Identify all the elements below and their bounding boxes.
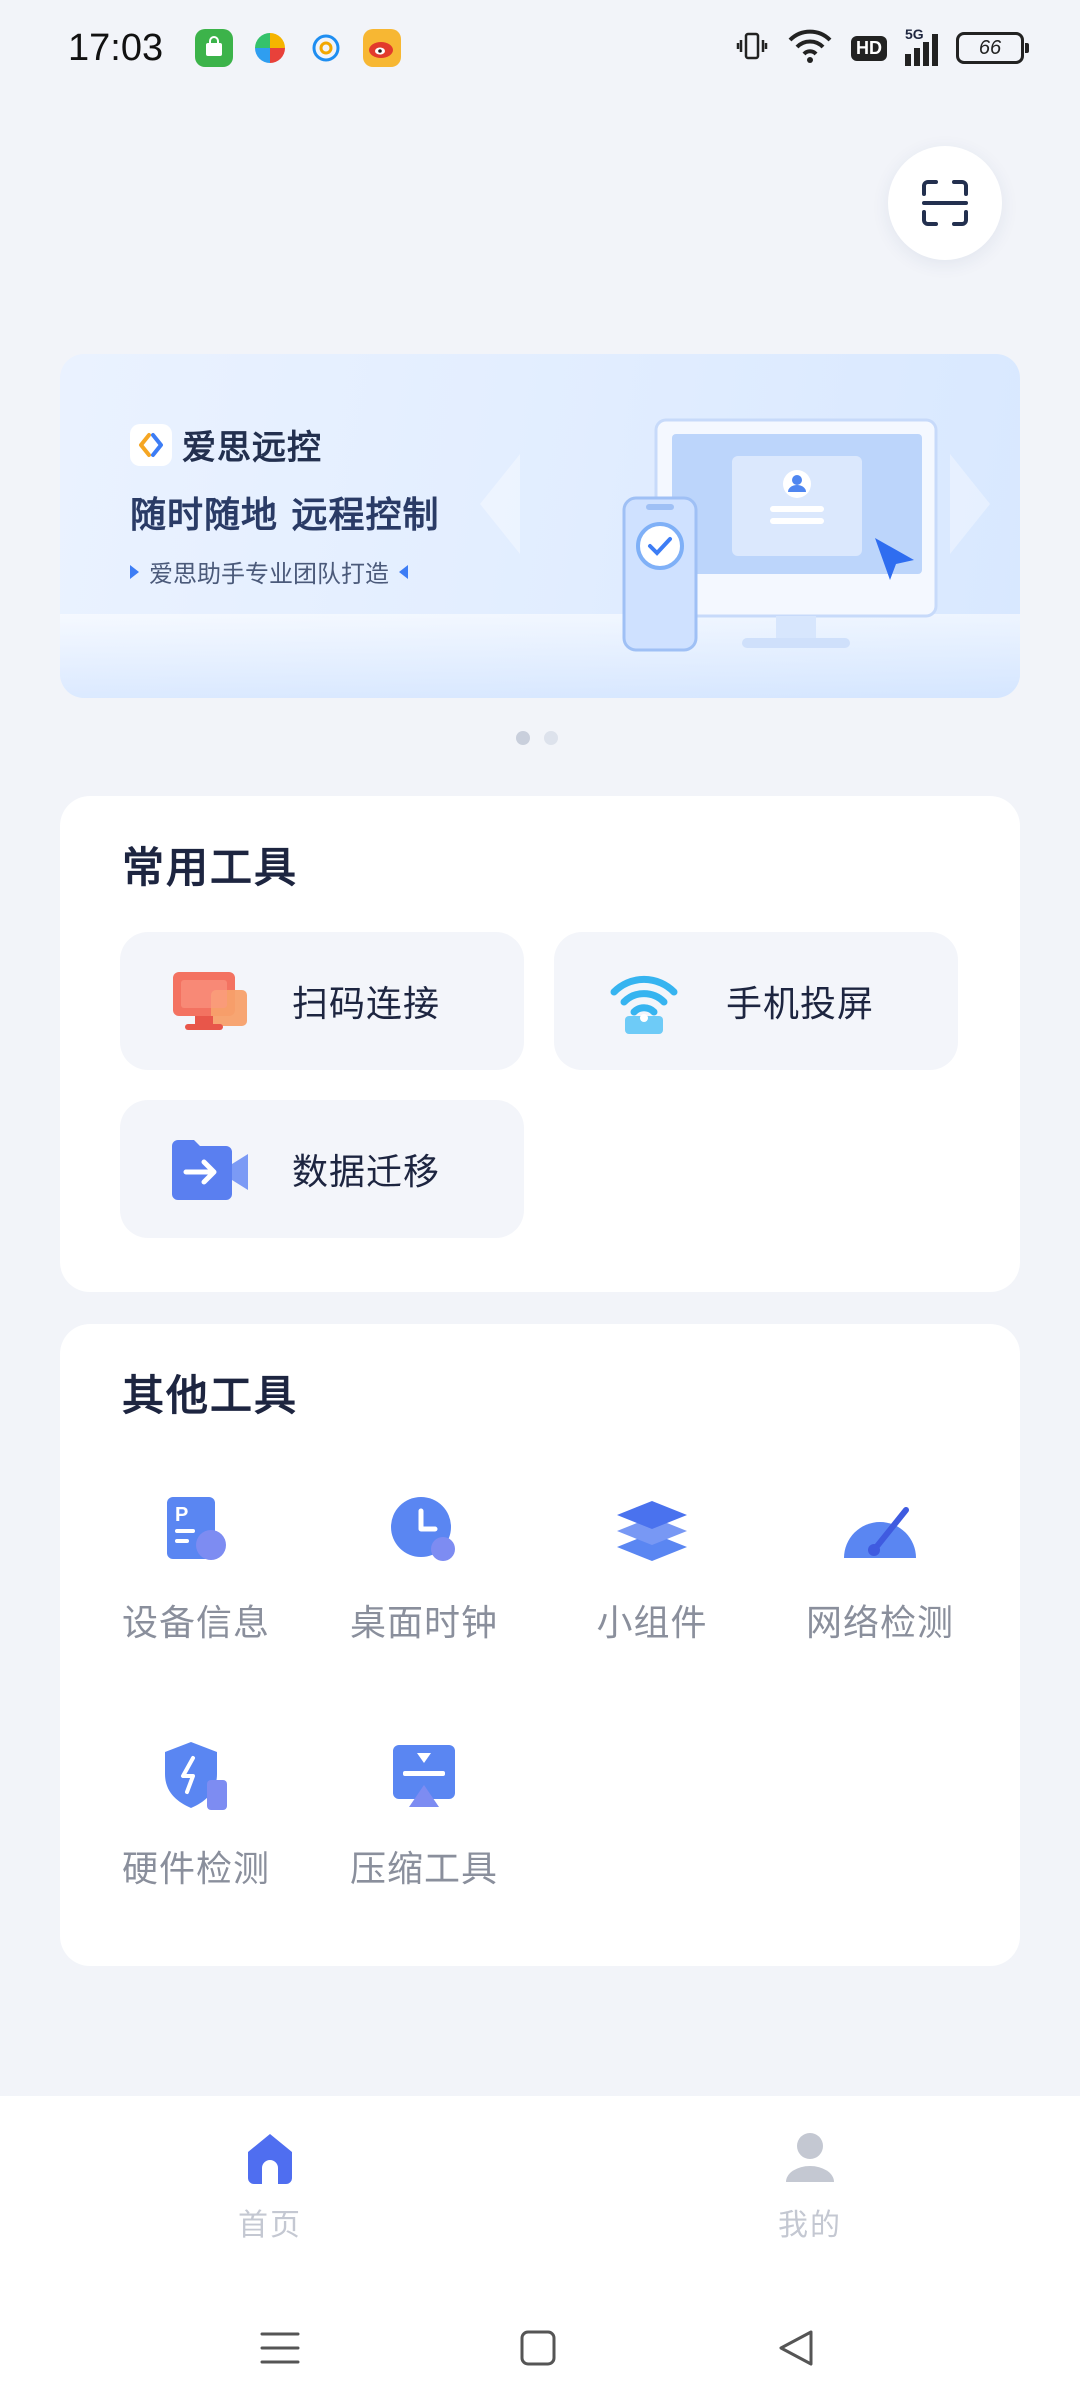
signal-icon: 5G bbox=[905, 26, 938, 66]
square-icon bbox=[520, 2330, 556, 2366]
banner-subline-text: 爱思助手专业团队打造 bbox=[149, 560, 389, 588]
svg-text:P: P bbox=[175, 1504, 188, 1526]
bottom-tab-bar: 首页 我的 bbox=[0, 2096, 1080, 2288]
home-button[interactable] bbox=[508, 2318, 568, 2378]
hardware-check-button[interactable]: 硬件检测 bbox=[86, 1734, 306, 1892]
desktop-clock-label: 桌面时钟 bbox=[349, 1603, 498, 1644]
pinwheel-app-icon bbox=[251, 29, 289, 67]
widget-button[interactable]: 小组件 bbox=[542, 1488, 762, 1646]
shop-app-icon bbox=[195, 29, 234, 67]
monitor-icon bbox=[168, 959, 252, 1043]
brand-name: 爱思远控 bbox=[182, 428, 322, 468]
back-triangle-icon bbox=[779, 2330, 813, 2366]
scan-button[interactable] bbox=[888, 146, 1002, 260]
mail-app-icon bbox=[307, 29, 345, 67]
device-info-icon: P bbox=[154, 1488, 238, 1572]
battery-indicator: 66 bbox=[956, 32, 1029, 64]
status-time: 17:03 bbox=[68, 26, 164, 69]
speed-gauge-icon bbox=[838, 1488, 922, 1572]
status-bar: 17:03 HD 5G 66 bbox=[0, 0, 1080, 96]
compress-tool-label: 压缩工具 bbox=[349, 1849, 498, 1890]
user-icon bbox=[786, 2133, 834, 2182]
banner-headline: 随时随地 远程控制 bbox=[130, 495, 440, 536]
scan-connect-button[interactable]: 扫码连接 bbox=[120, 932, 524, 1070]
weibo-app-icon bbox=[363, 29, 402, 67]
carousel-indicator bbox=[516, 731, 558, 745]
menu-icon bbox=[260, 2332, 300, 2364]
data-migration-label: 数据迁移 bbox=[292, 1152, 441, 1193]
screen-cast-label: 手机投屏 bbox=[726, 984, 875, 1025]
widget-label: 小组件 bbox=[596, 1603, 708, 1644]
desktop-clock-button[interactable]: 桌面时钟 bbox=[314, 1488, 534, 1646]
clock-icon bbox=[382, 1488, 466, 1572]
data-migration-button[interactable]: 数据迁移 bbox=[120, 1100, 524, 1238]
banner-brand: 爱思远控 bbox=[130, 420, 322, 469]
device-info-label: 设备信息 bbox=[121, 1603, 270, 1644]
vibrate-icon bbox=[735, 29, 769, 67]
shield-bolt-icon bbox=[154, 1734, 238, 1818]
common-tools-title: 常用工具 bbox=[122, 843, 299, 892]
tab-mine[interactable]: 我的 bbox=[710, 2130, 910, 2244]
other-tools-title: 其他工具 bbox=[122, 1371, 299, 1420]
folder-transfer-icon bbox=[168, 1127, 252, 1211]
other-tools-card: 其他工具 P 设备信息 桌面时钟 小组件 网络检测 硬件检测 压缩工具 bbox=[60, 1324, 1020, 1966]
compress-icon bbox=[382, 1734, 466, 1818]
back-button[interactable] bbox=[766, 2318, 826, 2378]
home-icon bbox=[248, 2134, 292, 2184]
carousel-dot-active[interactable] bbox=[516, 731, 530, 745]
tab-home-label: 首页 bbox=[238, 2208, 302, 2243]
remote-control-illustration bbox=[480, 418, 990, 652]
brand-logo-icon bbox=[130, 423, 172, 466]
tab-home[interactable]: 首页 bbox=[170, 2130, 370, 2244]
widget-layers-icon bbox=[610, 1488, 694, 1572]
wifi-icon bbox=[787, 28, 833, 68]
scan-connect-label: 扫码连接 bbox=[292, 984, 441, 1025]
system-navigation-bar bbox=[0, 2288, 1080, 2408]
common-tools-card: 常用工具 扫码连接 手机投屏 数据迁移 bbox=[60, 796, 1020, 1292]
menu-button[interactable] bbox=[250, 2318, 310, 2378]
promo-banner[interactable]: 爱思远控 随时随地 远程控制 爱思助手专业团队打造 bbox=[60, 354, 1020, 698]
device-info-button[interactable]: P 设备信息 bbox=[86, 1488, 306, 1646]
tab-mine-label: 我的 bbox=[778, 2208, 842, 2243]
hd-icon: HD bbox=[851, 35, 887, 61]
carousel-dot[interactable] bbox=[544, 731, 558, 745]
scan-frame-icon bbox=[922, 180, 968, 226]
network-type: 5G bbox=[905, 26, 924, 42]
network-check-label: 网络检测 bbox=[805, 1603, 954, 1644]
hardware-check-label: 硬件检测 bbox=[121, 1849, 270, 1890]
banner-subline: 爱思助手专业团队打造 bbox=[130, 554, 408, 589]
compress-tool-button[interactable]: 压缩工具 bbox=[314, 1734, 534, 1892]
network-check-button[interactable]: 网络检测 bbox=[770, 1488, 990, 1646]
screen-cast-button[interactable]: 手机投屏 bbox=[554, 932, 958, 1070]
wifi-cast-icon bbox=[602, 959, 686, 1043]
